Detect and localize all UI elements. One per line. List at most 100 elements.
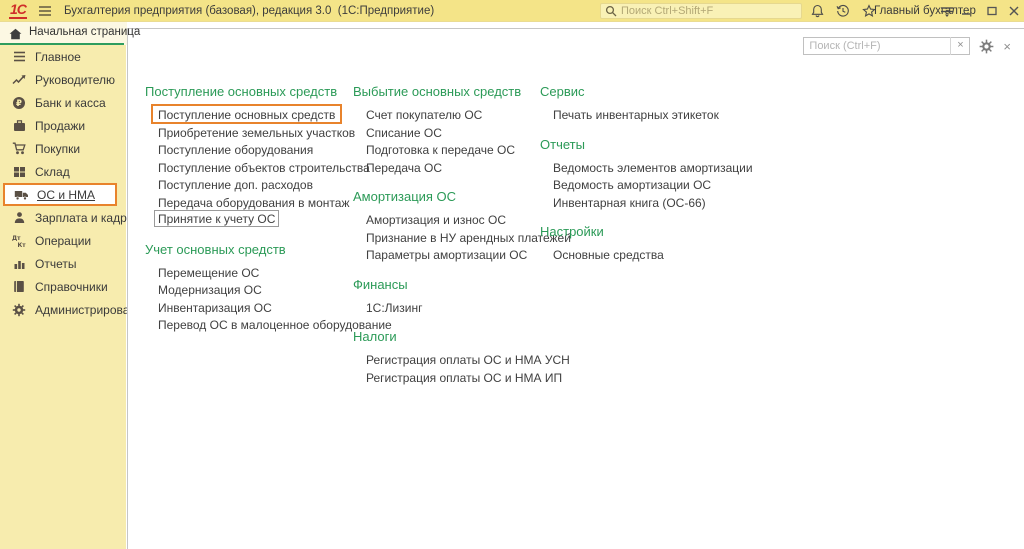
sidebar-item-operatsii[interactable]: ДтКт Операции — [0, 229, 126, 252]
menu-link-postuplenie-osnovnyh-sredstv[interactable]: Поступление основных средств — [158, 108, 335, 122]
list-item: Регистрация оплаты ОС и НМА ИП — [366, 369, 540, 387]
list-item: Инвентарная книга (ОС-66) — [553, 194, 1024, 212]
menu-link-peredacha-oborudovaniya-v-montazh[interactable]: Передача оборудования в монтаж — [158, 196, 350, 210]
sidebar-item-os-i-nma[interactable]: ОС и НМА — [3, 183, 117, 206]
list-item: Печать инвентарных этикеток — [553, 106, 1024, 124]
1c-logo-icon: 1С — [9, 2, 27, 19]
briefcase-icon — [11, 118, 27, 134]
app-title: Бухгалтерия предприятия (базовая), редак… — [64, 0, 434, 22]
trend-icon — [11, 72, 27, 88]
sidebar-item-prodazhi[interactable]: Продажи — [0, 114, 126, 137]
list-item: Амортизация и износ ОС — [366, 211, 540, 229]
section-vybytie-os: Выбытие основных средств Счет покупателю… — [353, 84, 540, 176]
list-item: Перемещение ОС — [158, 264, 353, 282]
menu-link-vedomost-elementov-amortizatsii[interactable]: Ведомость элементов амортизации — [553, 161, 753, 175]
list-item: Приобретение земельных участков — [158, 124, 353, 142]
menu-link-spisanie-os[interactable]: Списание ОС — [366, 126, 442, 140]
sidebar-item-bank-i-kassa[interactable]: ₽ Банк и касса — [0, 91, 126, 114]
list-item: Регистрация оплаты ОС и НМА УСН — [366, 351, 540, 369]
panel-toolbar: × × — [803, 37, 1011, 55]
minimize-button[interactable] — [956, 0, 976, 22]
notifications-bell-icon[interactable] — [808, 3, 826, 19]
menu-link-inventarizatsiya-os[interactable]: Инвентаризация ОС — [158, 301, 272, 315]
global-search-field[interactable] — [600, 3, 802, 19]
sidebar-item-administrirovanie[interactable]: Администрирование — [0, 298, 126, 321]
sidebar-item-label: Покупки — [35, 142, 80, 156]
list-item: Модернизация ОС — [158, 281, 353, 299]
menu-link-peremeshchenie-os[interactable]: Перемещение ОС — [158, 266, 259, 280]
panel-settings-gear-icon[interactable] — [979, 39, 994, 54]
menu-link-priobretenie-zemelnyh-uchastkov[interactable]: Приобретение земельных участков — [158, 126, 355, 140]
menu-link-postuplenie-dop-rashodov[interactable]: Поступление доп. расходов — [158, 178, 313, 192]
section-title: Финансы — [353, 277, 540, 293]
menu-link-postuplenie-oborudovaniya[interactable]: Поступление оборудования — [158, 143, 313, 157]
close-window-button[interactable] — [1004, 0, 1024, 22]
sidebar-item-spravochniki[interactable]: Справочники — [0, 275, 126, 298]
bar-chart-icon — [11, 256, 27, 272]
menu-link-inventarnaya-kniga-os-6b[interactable]: Инвентарная книга (ОС-66) — [553, 196, 706, 210]
sidebar-item-label: Продажи — [35, 119, 85, 133]
menu-link-1c-lizing[interactable]: 1С:Лизинг — [366, 301, 422, 315]
sidebar-item-otchety[interactable]: Отчеты — [0, 252, 126, 275]
menu-link-podgotovka-k-peredache-os[interactable]: Подготовка к передаче ОС — [366, 143, 515, 157]
section-search-field[interactable]: × — [803, 37, 970, 55]
clear-search-icon[interactable]: × — [950, 37, 969, 55]
section-uchet-os: Учет основных средств Перемещение ОС Мод… — [145, 242, 353, 334]
section-title: Амортизация ОС — [353, 189, 540, 205]
list-item: Поступление объектов строительства — [158, 159, 353, 177]
list-item: Признание в НУ арендных платежей — [366, 229, 540, 247]
menu-link-amortizatsiya-i-iznos-os[interactable]: Амортизация и износ ОС — [366, 213, 506, 227]
menu-link-registratsiya-oplaty-ip[interactable]: Регистрация оплаты ОС и НМА ИП — [366, 371, 562, 385]
menu-link-modernizatsiya-os[interactable]: Модернизация ОС — [158, 283, 262, 297]
menu-link-pechat-inventarnyh-etiketok[interactable]: Печать инвентарных этикеток — [553, 108, 719, 122]
sidebar-item-pokupki[interactable]: Покупки — [0, 137, 126, 160]
section-nastroyki: Настройки Основные средства — [540, 224, 1024, 264]
sidebar-item-label: Банк и касса — [35, 96, 106, 110]
list-item: Ведомость элементов амортизации — [553, 159, 1024, 177]
sidebar-item-rukovoditelyu[interactable]: Руководителю — [0, 68, 126, 91]
list-item: Инвентаризация ОС — [158, 299, 353, 317]
section-finansy: Финансы 1С:Лизинг — [353, 277, 540, 317]
list-item: Поступление основных средств — [158, 106, 353, 124]
menu-column-3: Сервис Печать инвентарных этикеток Отчет… — [540, 84, 1024, 549]
main-menu-icon[interactable] — [38, 4, 52, 22]
section-nalogi: Налоги Регистрация оплаты ОС и НМА УСН Р… — [353, 329, 540, 386]
menu-link-vedomost-amortizatsii-os[interactable]: Ведомость амортизации ОС — [553, 178, 711, 192]
debit-credit-icon: ДтКт — [11, 233, 27, 249]
active-tab-underline — [0, 43, 124, 45]
section-title: Настройки — [540, 224, 1024, 240]
app-window: 1С Бухгалтерия предприятия (базовая), ре… — [0, 0, 1024, 549]
service-menu-icon[interactable] — [938, 3, 956, 19]
section-panel: × × Поступление основных средств Поступл… — [127, 22, 1024, 549]
global-search-input[interactable] — [621, 5, 797, 17]
menu-link-schet-pokupatelyu-os[interactable]: Счет покупателю ОС — [366, 108, 482, 122]
section-title: Выбытие основных средств — [353, 84, 540, 100]
sidebar-item-label: Главное — [35, 50, 81, 64]
list-item: Подготовка к передаче ОС — [366, 141, 540, 159]
list-item: 1С:Лизинг — [366, 299, 540, 317]
sidebar-item-zarplata-i-kadry[interactable]: Зарплата и кадры — [0, 206, 126, 229]
maximize-button[interactable] — [982, 0, 1002, 22]
sidebar-item-label: Зарплата и кадры — [35, 211, 135, 225]
sidebar-item-glavnoe[interactable]: Главное — [0, 45, 126, 68]
menu-link-peredacha-os[interactable]: Передача ОС — [366, 161, 442, 175]
sidebar-item-sklad[interactable]: Склад — [0, 160, 126, 183]
history-clock-icon[interactable] — [834, 3, 852, 19]
tab-home-page[interactable]: Начальная страница — [0, 22, 124, 45]
menu-column-1: Поступление основных средств Поступление… — [145, 84, 353, 549]
sidebar-nav: Главное Руководителю ₽ Банк и касса Прод… — [0, 45, 126, 549]
gear-icon — [11, 302, 27, 318]
highlight-box: Поступление основных средств — [151, 104, 342, 124]
section-otchety: Отчеты Ведомость элементов амортизации В… — [540, 137, 1024, 212]
menu-link-prinyatie-k-uchetu-os[interactable]: Принятие к учету ОС — [158, 212, 275, 226]
book-icon — [11, 279, 27, 295]
sidebar-item-label: Операции — [35, 234, 91, 248]
menu-link-postuplenie-obektov-stroitelstva[interactable]: Поступление объектов строительства — [158, 161, 370, 175]
menu-link-parametry-amortizatsii-os[interactable]: Параметры амортизации ОС — [366, 248, 527, 262]
tab-strip: Начальная страница — [0, 22, 127, 45]
list-item: Списание ОС — [366, 124, 540, 142]
panel-close-icon[interactable]: × — [1003, 40, 1011, 53]
section-search-input[interactable] — [804, 40, 950, 52]
section-title: Поступление основных средств — [145, 84, 353, 100]
menu-link-osnovnye-sredstva[interactable]: Основные средства — [553, 248, 664, 262]
